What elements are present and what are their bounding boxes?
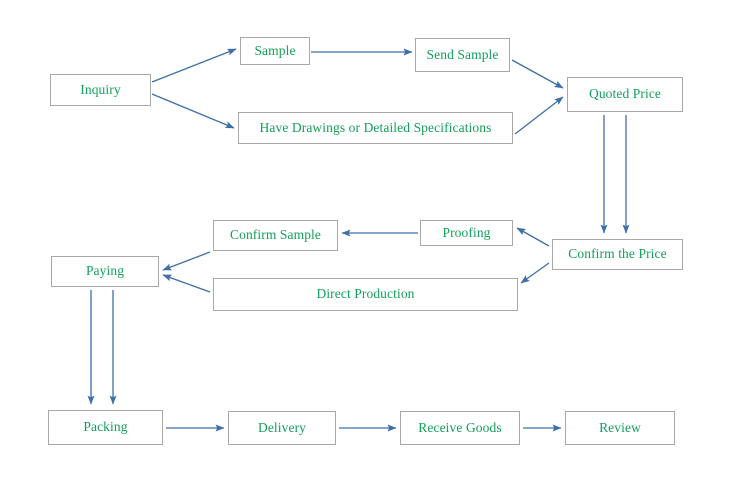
node-packing[interactable]: Packing (48, 410, 163, 445)
node-confirm_price[interactable]: Confirm the Price (552, 239, 683, 270)
node-review[interactable]: Review (565, 411, 675, 445)
node-inquiry[interactable]: Inquiry (50, 74, 151, 106)
node-label: Quoted Price (588, 86, 662, 102)
edge-inquiry-to-have-drawings (151, 93, 235, 129)
edge-have-drawings-to-quoted-price (514, 96, 564, 135)
edge-inquiry-to-sample (151, 48, 237, 83)
node-label: Review (599, 419, 641, 435)
node-label: Send Sample (426, 46, 499, 62)
edge-confirm-price-to-direct-prod (520, 262, 550, 284)
node-proofing[interactable]: Proofing (420, 220, 513, 246)
node-quoted_price[interactable]: Quoted Price (567, 77, 683, 112)
node-sample[interactable]: Sample (240, 37, 310, 65)
node-label: Paying (85, 263, 125, 279)
edge-confirm-sample-to-paying (162, 251, 211, 271)
node-label: Receive Goods (418, 419, 502, 435)
node-direct_prod[interactable]: Direct Production (213, 278, 518, 311)
node-confirm_sample[interactable]: Confirm Sample (213, 220, 338, 251)
node-label: Packing (83, 419, 128, 435)
node-have_drawings[interactable]: Have Drawings or Detailed Specifications (238, 112, 513, 144)
node-send_sample[interactable]: Send Sample (415, 38, 510, 72)
node-label: Inquiry (80, 81, 121, 97)
node-paying[interactable]: Paying (51, 256, 159, 287)
node-label: Confirm Sample (229, 227, 321, 243)
flowchart-canvas: Inquiry Sample Send Sample Have Drawings or… (0, 0, 750, 500)
node-label: Proofing (442, 224, 491, 240)
node-label: Sample (254, 42, 296, 58)
edge-confirm-price-to-proofing (516, 227, 550, 247)
node-delivery[interactable]: Delivery (228, 411, 336, 445)
edge-direct-prod-to-paying (162, 274, 211, 293)
node-label: Delivery (257, 419, 307, 435)
node-label: Confirm the Price (568, 246, 667, 262)
edge-send-sample-to-quoted-price (511, 59, 564, 89)
node-label: Direct Production (316, 286, 415, 302)
node-receive_goods[interactable]: Receive Goods (400, 411, 520, 445)
node-label: Have Drawings or Detailed Specifications (259, 119, 492, 135)
